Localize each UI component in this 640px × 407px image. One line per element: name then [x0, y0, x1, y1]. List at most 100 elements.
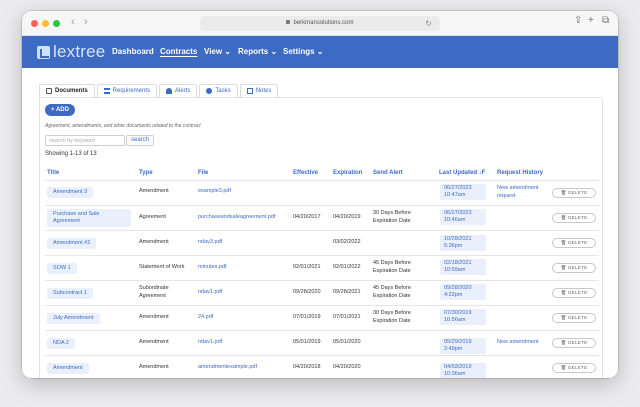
last-updated: 09/28/2020 4:22pm	[440, 284, 486, 300]
tab-tasks[interactable]: Tasks	[199, 84, 238, 97]
document-type: Amendment	[139, 188, 169, 194]
tab-overview-icon[interactable]: ⧉	[602, 15, 609, 26]
document-type: Subordinate Agreement	[139, 285, 169, 299]
document-file-link[interactable]: ndav1.pdf	[198, 338, 222, 346]
last-updated: 06/27/2023 10:47am	[440, 184, 486, 200]
document-type: Amendment	[139, 239, 169, 245]
document-file-link[interactable]: ndav3.pdf	[198, 238, 222, 246]
expiration-date: 04/20/2019	[333, 214, 361, 220]
zoom-window-icon[interactable]	[53, 20, 60, 27]
document-title-link[interactable]: SOW 1	[47, 263, 77, 274]
table-row: Amendment Amendment amendmentexample.pdf…	[45, 355, 599, 378]
app-navbar: lextree Dashboard Contracts View ⌄ Repor…	[22, 36, 618, 68]
document-type: Amendment	[139, 339, 169, 345]
last-updated: 06/27/2023 10:46am	[440, 209, 486, 225]
delete-button[interactable]: 🗑 DELETE	[552, 213, 596, 223]
document-file-link[interactable]: minutes.pdf	[198, 263, 226, 271]
tab-requirements[interactable]: Requirements	[96, 84, 158, 97]
delete-button[interactable]: 🗑 DELETE	[552, 338, 596, 348]
last-updated: 05/29/2019 2:49pm	[440, 338, 486, 354]
delete-button[interactable]: 🗑 DELETE	[552, 188, 596, 198]
delete-button[interactable]: 🗑 DELETE	[552, 263, 596, 273]
column-header-send-alert[interactable]: Send Alert	[373, 170, 403, 176]
effective-date: 07/01/2019	[293, 314, 321, 320]
document-type: Statement of Work	[139, 264, 185, 270]
tab-label: Requirements	[112, 88, 151, 94]
search-button[interactable]: search	[126, 135, 155, 146]
list-icon	[103, 88, 110, 94]
delete-button[interactable]: 🗑 DELETE	[552, 238, 596, 248]
back-arrow-icon[interactable]: ‹	[71, 16, 75, 28]
browser-toolbar: ‹ › berkmansolutions.com ↻ ⇪ + ⧉	[22, 11, 618, 36]
document-file-link[interactable]: 24.pdf	[198, 313, 213, 321]
table-row: Subcontract 1 Subordinate Agreement ndav…	[45, 280, 599, 305]
page-content: Documents Requirements Alerts Tasks Note…	[22, 68, 618, 378]
check-circle-icon	[206, 88, 213, 94]
document-file-link[interactable]: amendmentexample.pdf	[198, 363, 257, 371]
document-title-link[interactable]: Purchase and Sale Agreement	[47, 209, 131, 227]
reload-icon[interactable]: ↻	[425, 16, 432, 31]
tab-alerts[interactable]: Alerts	[159, 84, 198, 97]
tab-label: Documents	[55, 88, 88, 94]
table-row: July Amendment Amendment 24.pdf 07/01/20…	[45, 305, 599, 330]
app-logo[interactable]: lextree	[37, 41, 105, 63]
effective-date: 05/01/2019	[293, 339, 321, 345]
column-header-type[interactable]: Type	[139, 170, 153, 176]
column-header-file[interactable]: File	[198, 170, 208, 176]
column-header-effective[interactable]: Effective	[293, 170, 318, 176]
document-title-link[interactable]: July Amendment	[47, 313, 100, 324]
lextree-logo-icon	[37, 45, 50, 59]
nav-reports[interactable]: Reports ⌄	[238, 47, 277, 56]
expiration-date: 05/01/2020	[333, 339, 361, 345]
nav-settings[interactable]: Settings ⌄	[283, 47, 323, 56]
column-header-request-history[interactable]: Request History	[497, 170, 543, 176]
last-updated: 02/18/2021 10:59am	[440, 259, 486, 275]
effective-date: 09/28/2020	[293, 289, 321, 295]
document-type: Agreement	[139, 214, 166, 220]
send-alert: 30 Days Before Expiration Date	[373, 310, 411, 324]
expiration-date: 03/02/2022	[333, 239, 361, 245]
delete-button[interactable]: 🗑 DELETE	[552, 313, 596, 323]
table-row: Purchase and Sale Agreement Agreement pu…	[45, 205, 599, 230]
table-row: NDA 2 Amendment ndav1.pdf 05/01/2019 05/…	[45, 330, 599, 355]
column-header-last-updated[interactable]: Last Updated ↓F	[439, 170, 485, 176]
delete-button[interactable]: 🗑 DELETE	[552, 363, 596, 373]
address-url: berkmansolutions.com	[293, 20, 354, 26]
expiration-date: 02/01/2022	[333, 264, 361, 270]
document-file-link[interactable]: purchaseandsaleagreement.pdf	[198, 213, 275, 221]
nav-dashboard[interactable]: Dashboard	[112, 47, 154, 56]
request-history-link[interactable]: New amendment request	[497, 184, 549, 200]
delete-button[interactable]: 🗑 DELETE	[552, 288, 596, 298]
share-icon[interactable]: ⇪	[574, 15, 582, 26]
tab-documents[interactable]: Documents	[39, 84, 95, 97]
close-window-icon[interactable]	[31, 20, 38, 27]
note-icon	[246, 88, 253, 94]
last-updated: 04/03/2019 10:36am	[440, 363, 486, 378]
expiration-date: 04/20/2020	[333, 364, 361, 370]
nav-contracts[interactable]: Contracts	[160, 47, 197, 56]
document-type: Amendment	[139, 364, 169, 370]
nav-view[interactable]: View ⌄	[204, 47, 231, 56]
document-title-link[interactable]: Subcontract 1	[47, 288, 93, 299]
document-file-link[interactable]: example3.pdf	[198, 187, 231, 195]
minimize-window-icon[interactable]	[42, 20, 49, 27]
results-count: Showing 1-13 of 13	[45, 151, 97, 157]
column-header-title[interactable]: Title	[47, 170, 59, 176]
document-file-link[interactable]: ndav1.pdf	[198, 288, 222, 296]
send-alert: 45 Days Before Expiration Date	[373, 260, 411, 274]
new-tab-icon[interactable]: +	[588, 15, 594, 26]
document-title-link[interactable]: Amendment 3	[47, 187, 94, 198]
tab-notes[interactable]: Notes	[239, 84, 279, 97]
add-document-button[interactable]: + ADD	[45, 104, 75, 116]
request-history-link[interactable]: New amendment	[497, 338, 552, 346]
document-title-link[interactable]: NDA 2	[47, 338, 75, 349]
lock-icon	[286, 20, 291, 24]
document-title-link[interactable]: Amendment	[47, 363, 89, 374]
panel-description: Agreement, amendments, and other documen…	[45, 123, 201, 129]
column-header-expiration[interactable]: Expiration	[333, 170, 362, 176]
search-input[interactable]	[45, 135, 125, 146]
tab-label: Tasks	[215, 88, 231, 94]
address-bar[interactable]: berkmansolutions.com ↻	[200, 16, 440, 31]
forward-arrow-icon[interactable]: ›	[84, 16, 88, 28]
document-title-link[interactable]: Amendment #2	[47, 238, 97, 249]
